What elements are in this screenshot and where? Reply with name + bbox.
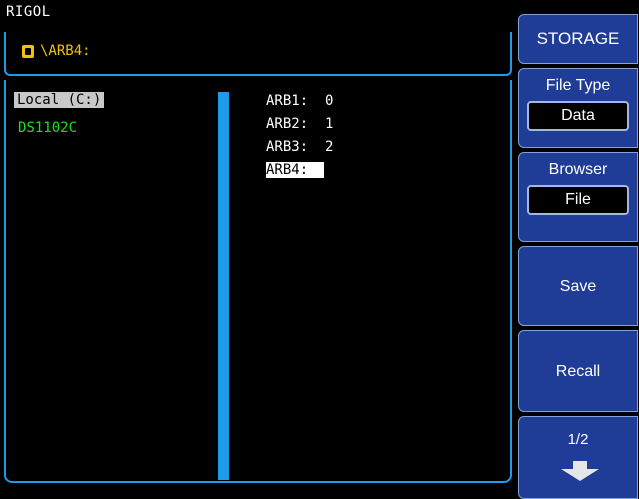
browser-value: File xyxy=(527,185,629,215)
page-indicator: 1/2 xyxy=(567,431,589,448)
file-type-value: Data xyxy=(527,101,629,131)
next-page-button[interactable]: 1/2 xyxy=(518,416,638,499)
file-browser-panel xyxy=(4,80,512,483)
folder-icon xyxy=(22,45,34,58)
device-ds1102c[interactable]: DS1102C xyxy=(18,120,77,136)
panel-divider xyxy=(218,92,229,480)
file-item-label: ARB3: 2 xyxy=(266,139,334,155)
file-item-label: ARB2: 1 xyxy=(266,116,334,132)
file-item-arb4-selected[interactable]: ARB4: xyxy=(266,161,333,183)
current-path: \ARB4: xyxy=(40,43,91,59)
file-item-label: ARB4: xyxy=(266,162,325,178)
file-item-arb2[interactable]: ARB2: 1 xyxy=(266,115,333,137)
path-header: \ARB4: xyxy=(4,32,512,76)
browser-button[interactable]: Browser File xyxy=(518,152,638,242)
file-type-button[interactable]: File Type Data xyxy=(518,68,638,148)
browser-label: Browser xyxy=(548,161,608,178)
file-type-label: File Type xyxy=(545,77,611,94)
save-button[interactable]: Save xyxy=(518,246,638,326)
file-item-arb3[interactable]: ARB3: 2 xyxy=(266,138,333,160)
file-item-arb1[interactable]: ARB1: 0 xyxy=(266,92,333,114)
recall-button[interactable]: Recall xyxy=(518,330,638,412)
menu-title: STORAGE xyxy=(518,14,638,64)
drive-local-c[interactable]: Local (C:) xyxy=(14,92,105,108)
file-item-label: ARB1: 0 xyxy=(266,93,334,109)
brand-logo: RIGOL xyxy=(6,4,51,20)
file-list: ARB1: 0 ARB2: 1 ARB3: 2 ARB4: xyxy=(266,92,333,184)
